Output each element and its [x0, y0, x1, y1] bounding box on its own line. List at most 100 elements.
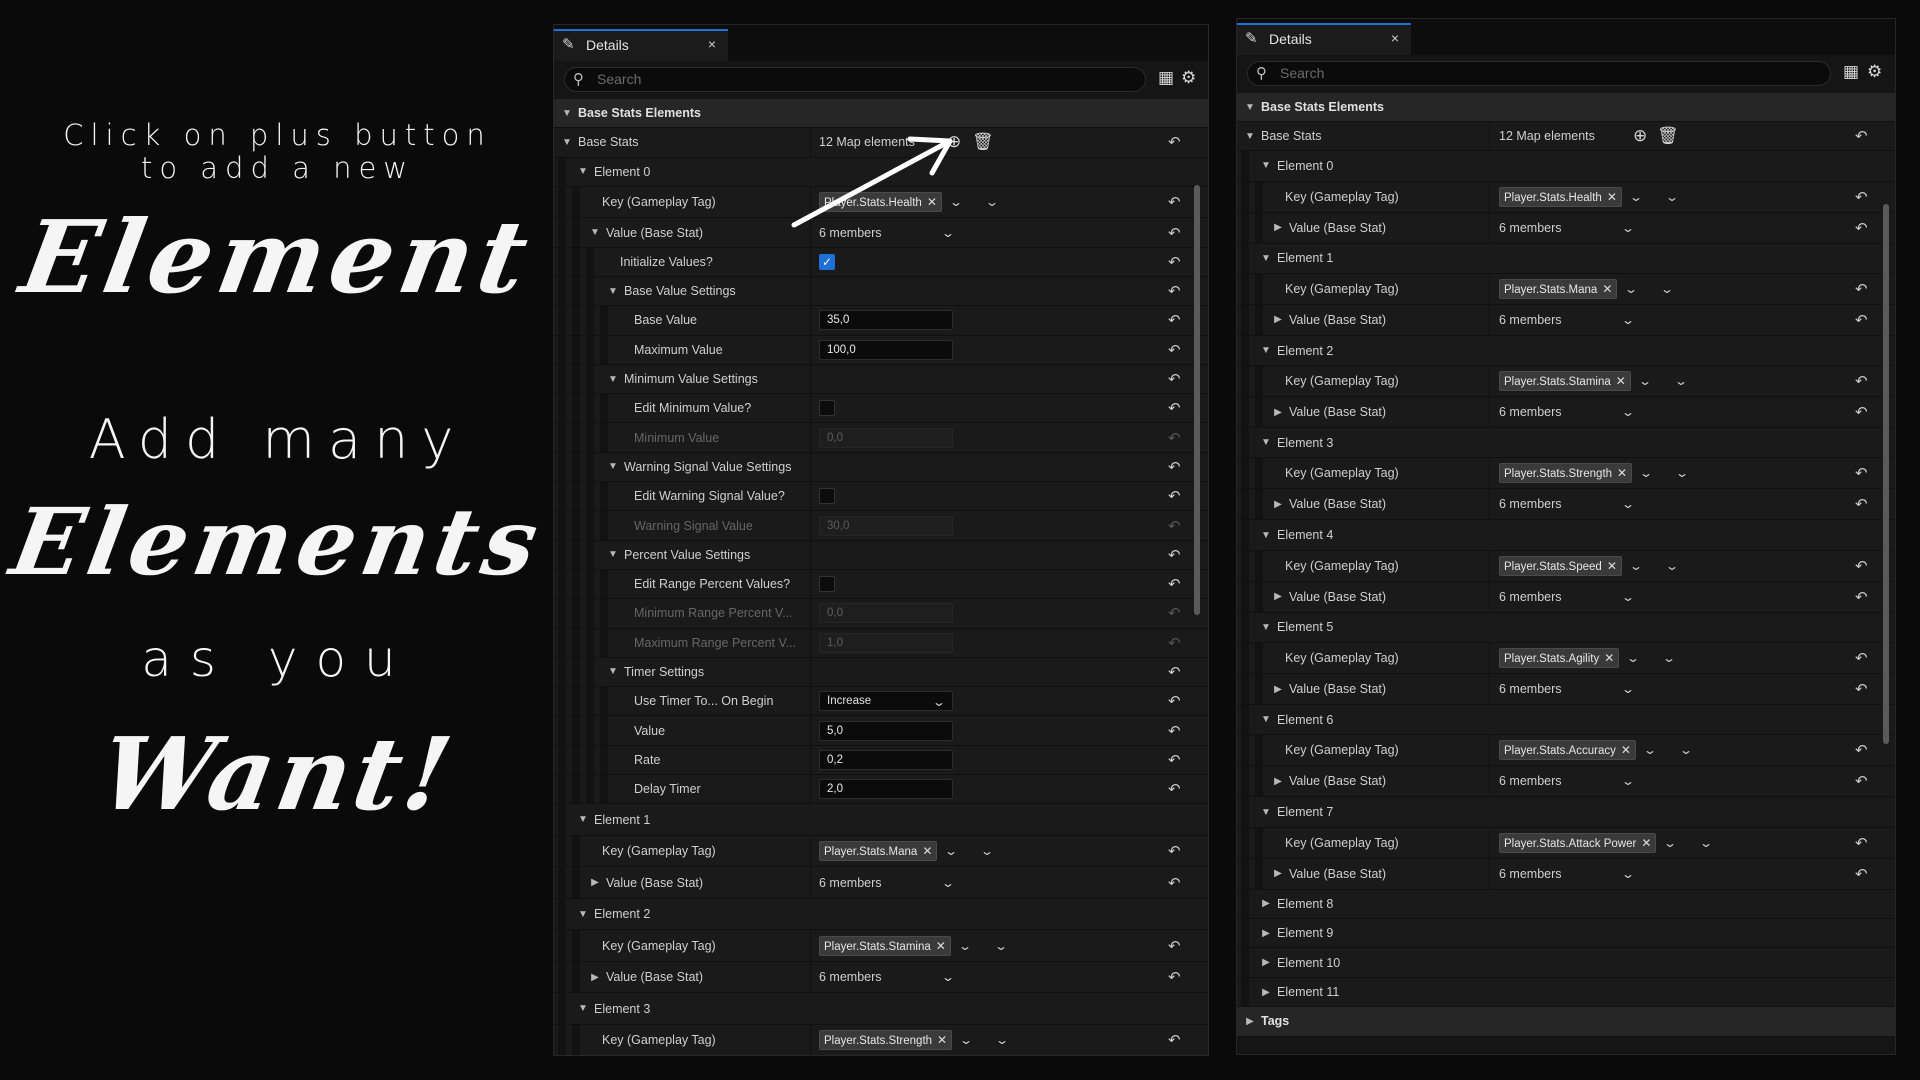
gameplay-tag-chip[interactable]: Player.Stats.Speed ✕ [1499, 555, 1622, 576]
clear-tag-icon[interactable]: ✕ [1607, 190, 1617, 204]
checkbox[interactable]: ✓ [819, 253, 835, 270]
reset-arrow-icon[interactable]: ↶ [1168, 1025, 1181, 1055]
reset-arrow-icon[interactable]: ↶ [1168, 867, 1181, 898]
number-input[interactable]: 0,2 [819, 749, 953, 770]
reset-arrow-icon[interactable]: ↶ [1168, 511, 1181, 539]
expand-triangle-icon[interactable]: ▶ [1271, 222, 1285, 233]
reset-arrow-icon[interactable]: ↶ [1855, 735, 1868, 765]
reset-arrow-icon[interactable]: ↶ [1168, 599, 1181, 627]
members-dropdown[interactable]: 6 members ⌄ [819, 876, 955, 890]
clear-tag-icon[interactable]: ✕ [1604, 651, 1614, 665]
expand-triangle-icon[interactable]: ▼ [1259, 160, 1273, 171]
expand-triangle-icon[interactable]: ▶ [1271, 776, 1285, 787]
reset-arrow-icon[interactable]: ↶ [1855, 182, 1868, 212]
gameplay-tag-field[interactable]: Player.Stats.Speed ✕ ⌄ ⌄ [1499, 555, 1679, 576]
gameplay-tag-chip[interactable]: Player.Stats.Stamina ✕ [819, 935, 951, 956]
expand-triangle-icon[interactable]: ▼ [1243, 102, 1257, 113]
reset-arrow-icon[interactable]: ↶ [1855, 458, 1868, 488]
reset-arrow-icon[interactable]: ↶ [1168, 128, 1181, 156]
expand-triangle-icon[interactable]: ▼ [1259, 807, 1273, 818]
expand-triangle-icon[interactable]: ▼ [576, 909, 590, 920]
expand-triangle-icon[interactable]: ▼ [606, 666, 620, 677]
clear-tag-icon[interactable]: ✕ [1607, 559, 1617, 573]
chevron-down-icon[interactable]: ⌄ [1679, 743, 1693, 757]
reset-arrow-icon[interactable]: ↶ [1168, 482, 1181, 510]
expand-triangle-icon[interactable]: ▼ [606, 461, 620, 472]
reset-arrow-icon[interactable]: ↶ [1855, 674, 1868, 704]
expand-triangle-icon[interactable]: ▼ [588, 227, 602, 238]
number-input[interactable]: 5,0 [819, 720, 953, 741]
expand-triangle-icon[interactable]: ▶ [1271, 499, 1285, 510]
gameplay-tag-field[interactable]: Player.Stats.Stamina ✕ ⌄ ⌄ [1499, 371, 1688, 392]
chevron-down-icon[interactable]: ⌄ [959, 1033, 973, 1047]
reset-arrow-icon[interactable]: ↶ [1168, 716, 1181, 744]
reset-arrow-icon[interactable]: ↶ [1168, 277, 1181, 305]
close-icon[interactable]: × [708, 36, 716, 52]
gameplay-tag-chip[interactable]: Player.Stats.Mana ✕ [1499, 278, 1618, 299]
reset-arrow-icon[interactable]: ↶ [1168, 453, 1181, 481]
chevron-down-icon[interactable]: ⌄ [1662, 651, 1676, 665]
chevron-down-icon[interactable]: ⌄ [1675, 466, 1689, 480]
expand-triangle-icon[interactable]: ▶ [588, 877, 602, 888]
gear-icon[interactable]: ⚙ [1181, 68, 1196, 88]
trash-icon[interactable]: 🗑 [1657, 122, 1679, 150]
chevron-down-icon[interactable]: ⌄ [1660, 282, 1674, 296]
expand-triangle-icon[interactable]: ▶ [1259, 898, 1273, 909]
scrollbar[interactable] [1194, 185, 1200, 615]
expand-triangle-icon[interactable]: ▼ [606, 374, 620, 385]
members-dropdown[interactable]: 6 members ⌄ [1499, 497, 1635, 511]
reset-arrow-icon[interactable]: ↶ [1168, 930, 1181, 961]
expand-triangle-icon[interactable]: ▶ [1271, 591, 1285, 602]
expand-triangle-icon[interactable]: ▼ [576, 1003, 590, 1014]
add-element-icon[interactable]: ⊕ [1633, 122, 1647, 150]
chevron-down-icon[interactable]: ⌄ [944, 844, 958, 858]
reset-arrow-icon[interactable]: ↶ [1168, 687, 1181, 715]
reset-arrow-icon[interactable]: ↶ [1168, 836, 1181, 867]
gameplay-tag-field[interactable]: Player.Stats.Agility ✕ ⌄ ⌄ [1499, 648, 1676, 669]
reset-arrow-icon[interactable]: ↶ [1168, 658, 1181, 686]
chevron-down-icon[interactable]: ⌄ [1643, 743, 1657, 757]
gameplay-tag-field[interactable]: Player.Stats.Strength ✕ ⌄ ⌄ [1499, 463, 1689, 484]
chevron-down-icon[interactable]: ⌄ [1674, 374, 1688, 388]
reset-arrow-icon[interactable]: ↶ [1855, 213, 1868, 243]
reset-arrow-icon[interactable]: ↶ [1168, 187, 1181, 218]
chevron-down-icon[interactable]: ⌄ [1624, 282, 1638, 296]
tab-details[interactable]: ✎ Details × [554, 29, 728, 61]
expand-triangle-icon[interactable]: ▶ [1271, 407, 1285, 418]
gameplay-tag-field[interactable]: Player.Stats.Stamina ✕ ⌄ ⌄ [819, 935, 1008, 956]
chevron-down-icon[interactable]: ⌄ [1665, 559, 1679, 573]
expand-triangle-icon[interactable]: ▼ [560, 137, 574, 148]
gameplay-tag-field[interactable]: Player.Stats.Strength ✕ ⌄ ⌄ [819, 1030, 1009, 1051]
expand-triangle-icon[interactable]: ▼ [1259, 437, 1273, 448]
expand-triangle-icon[interactable]: ▼ [606, 286, 620, 297]
reset-arrow-icon[interactable]: ↶ [1168, 306, 1181, 334]
reset-arrow-icon[interactable]: ↶ [1855, 397, 1868, 427]
search-input[interactable]: ⚲ Search [1247, 61, 1831, 86]
clear-tag-icon[interactable]: ✕ [1602, 282, 1612, 296]
clear-tag-icon[interactable]: ✕ [1641, 836, 1651, 850]
reset-arrow-icon[interactable]: ↶ [1855, 122, 1868, 150]
expand-triangle-icon[interactable]: ▶ [1271, 868, 1285, 879]
chevron-down-icon[interactable]: ⌄ [1639, 466, 1653, 480]
chevron-down-icon[interactable]: ⌄ [1626, 651, 1640, 665]
checkbox[interactable] [819, 400, 835, 417]
number-input[interactable]: 35,0 [819, 310, 953, 331]
reset-arrow-icon[interactable]: ↶ [1855, 643, 1868, 673]
chevron-down-icon[interactable]: ⌄ [1663, 836, 1677, 850]
members-dropdown[interactable]: 6 members ⌄ [1499, 867, 1635, 881]
reset-arrow-icon[interactable]: ↶ [1168, 394, 1181, 422]
gameplay-tag-field[interactable]: Player.Stats.Mana ✕ ⌄ ⌄ [819, 841, 995, 862]
gameplay-tag-field[interactable]: Player.Stats.Mana ✕ ⌄ ⌄ [1499, 278, 1675, 299]
chevron-down-icon[interactable]: ⌄ [995, 1033, 1009, 1047]
gameplay-tag-field[interactable]: Player.Stats.Attack Power ✕ ⌄ ⌄ [1499, 832, 1714, 853]
chevron-down-icon[interactable]: ⌄ [1629, 559, 1643, 573]
number-input[interactable]: 2,0 [819, 779, 953, 800]
tab-details[interactable]: ✎ Details × [1237, 23, 1411, 55]
expand-triangle-icon[interactable]: ▼ [1259, 622, 1273, 633]
expand-triangle-icon[interactable]: ▼ [1259, 253, 1273, 264]
clear-tag-icon[interactable]: ✕ [1617, 466, 1627, 480]
members-dropdown[interactable]: 6 members ⌄ [1499, 774, 1635, 788]
chevron-down-icon[interactable]: ⌄ [985, 195, 999, 209]
reset-arrow-icon[interactable]: ↶ [1855, 766, 1868, 796]
reset-arrow-icon[interactable]: ↶ [1855, 859, 1868, 889]
